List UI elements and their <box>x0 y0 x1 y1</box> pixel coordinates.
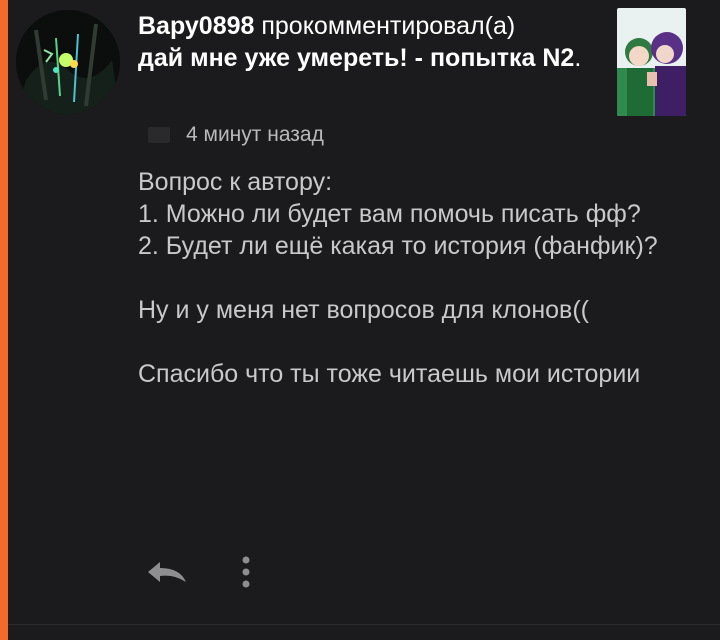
post-title-end: . <box>574 44 582 72</box>
placeholder-icon <box>148 127 170 143</box>
user-avatar[interactable] <box>16 10 120 114</box>
more-options-button[interactable] <box>226 552 266 592</box>
post-thumbnail[interactable] <box>617 8 686 116</box>
notification-header: Вару0898 прокомментировал(а) дай мне уже… <box>138 10 608 74</box>
accent-bar <box>0 0 8 640</box>
comment-body: Вопрос к автору: 1. Можно ли будет вам п… <box>138 168 658 388</box>
thumbnail-image <box>617 8 686 116</box>
meta-row: 4 минут назад <box>148 121 324 149</box>
comment-actions <box>138 552 266 592</box>
username[interactable]: Вару0898 <box>138 12 254 40</box>
action-text: прокомментировал(а) <box>254 12 516 40</box>
reply-button[interactable] <box>138 552 194 592</box>
post-title[interactable]: дай мне уже умереть! - попытка N2 <box>138 44 574 72</box>
avatar-image <box>16 10 120 114</box>
timestamp: 4 минут назад <box>186 123 324 146</box>
vertical-dots-icon <box>242 556 250 588</box>
divider <box>8 624 720 625</box>
reply-arrow-icon <box>148 562 186 582</box>
